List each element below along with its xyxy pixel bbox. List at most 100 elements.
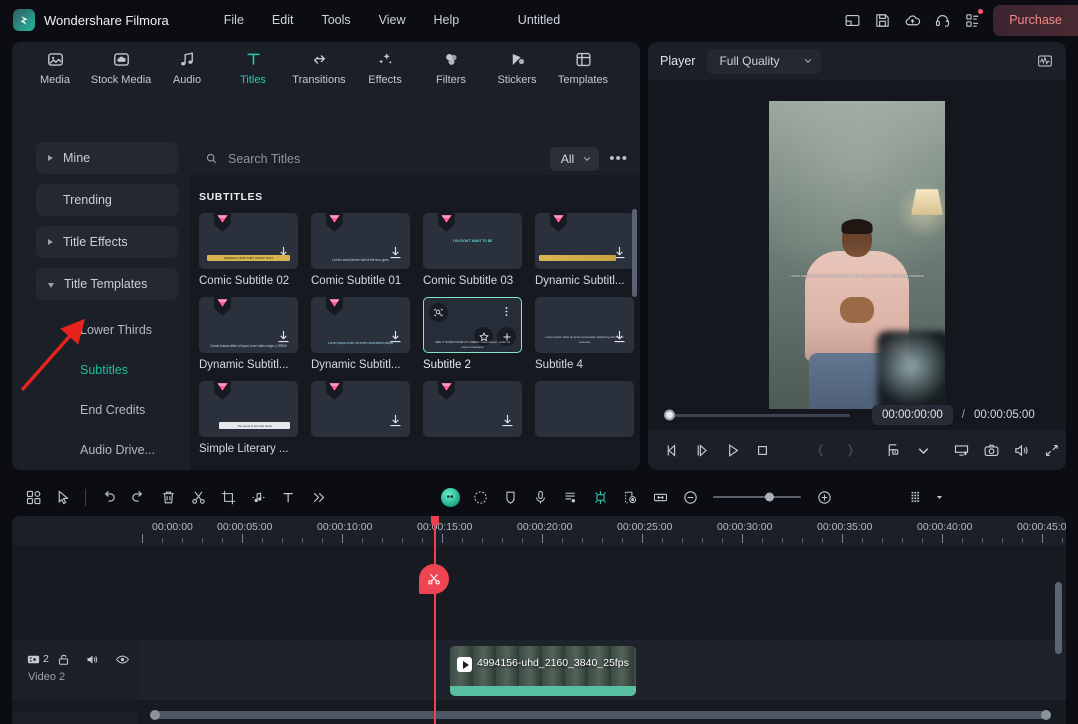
tab-stickers[interactable]: Stickers [484,43,550,93]
title-card[interactable] [423,381,522,455]
crop-button[interactable] [213,482,243,512]
redo-button[interactable] [123,482,153,512]
menu-edit[interactable]: Edit [258,9,308,31]
title-card[interactable]: AMAZING HOW THEY KNOW THAT Comic Subtitl… [199,213,298,287]
track-visibility-eye-icon[interactable] [115,650,139,668]
sidebar-subitem-end-credits[interactable]: End Credits [24,390,190,430]
timeline-settings-caret[interactable] [931,482,947,512]
previous-frame-button[interactable] [658,435,688,465]
menu-file[interactable]: File [210,9,258,31]
add-marker-button[interactable] [879,435,909,465]
title-card-selected[interactable]: ARE IT WORD DONE AT LOREM - lorem ipsum … [423,297,522,371]
title-thumbnail[interactable] [535,213,634,269]
tab-templates[interactable]: Templates [550,43,616,93]
fit-timeline-button[interactable] [645,482,675,512]
title-thumbnail[interactable]: The quote is just that blank [199,381,298,437]
fullscreen-button[interactable] [1036,435,1066,465]
split-scissors-button[interactable] [183,482,213,512]
library-more-options-button[interactable]: ••• [609,154,628,164]
lock-open-icon[interactable] [56,650,80,668]
split-at-playhead-button[interactable] [419,564,449,594]
render-preview-button[interactable] [615,482,645,512]
cloud-upload-icon[interactable] [897,5,927,35]
tab-transitions[interactable]: Transitions [286,43,352,93]
waveform-icon[interactable] [1036,53,1054,69]
tab-media[interactable]: Media [22,43,88,93]
title-thumbnail[interactable]: AMAZING HOW THEY KNOW THAT [199,213,298,269]
sidebar-item-trending[interactable]: Trending [36,184,178,216]
seek-slider[interactable] [668,414,850,417]
next-frame-button[interactable] [688,435,718,465]
title-card[interactable]: Dynamic Subtitl... [535,213,634,287]
title-card[interactable]: Lorem ipsum dolor sit amet consectetur a… [311,297,410,371]
menu-view[interactable]: View [365,9,420,31]
tab-titles[interactable]: Titles [220,43,286,93]
sidebar-item-title-effects[interactable]: Title Effects [36,226,178,258]
volume-button[interactable] [1006,435,1036,465]
mark-in-button[interactable] [805,435,835,465]
title-card[interactable] [311,381,410,455]
timeline-clip[interactable]: 4994156-uhd_2160_3840_25fps [450,646,636,696]
title-thumbnail[interactable]: Lorem ipsum dolor sit amet consectetur a… [535,297,634,353]
sidebar-subitem-lower-thirds[interactable]: Lower Thirds [24,310,190,350]
title-card[interactable]: Comic knows letter of word, even index e… [199,297,298,371]
title-card[interactable]: Let the word before half of the four goe… [311,213,410,287]
save-icon[interactable] [867,5,897,35]
sidebar-item-title-templates[interactable]: Title Templates [36,268,178,300]
undo-button[interactable] [93,482,123,512]
tab-filters[interactable]: Filters [418,43,484,93]
preview-search-icon[interactable] [429,303,448,322]
title-thumbnail[interactable]: Lorem ipsum dolor sit amet consectetur a… [311,297,410,353]
seek-handle[interactable] [664,410,675,421]
headset-icon[interactable] [927,5,957,35]
title-thumbnail[interactable]: YOU DON'T WANT TO BE [423,213,522,269]
title-card[interactable]: The quote is just that blank Simple Lite… [199,381,298,455]
title-card[interactable]: Lorem ipsum dolor sit amet consectetur a… [535,297,634,371]
marker-dropdown-button[interactable] [909,435,939,465]
sidebar-subitem-subtitles[interactable]: Subtitles [24,350,190,390]
timeline-horizontal-scrollbar[interactable] [138,711,1052,719]
track-mute-speaker-icon[interactable] [85,650,109,668]
layout-grid-button[interactable] [18,482,48,512]
download-icon[interactable] [500,413,515,428]
purchase-button[interactable]: Purchase [993,5,1078,36]
more-tools-button[interactable] [303,482,333,512]
playhead-handle[interactable] [431,516,439,526]
video-preview-stage[interactable]: Lorem ipsum dolor sit amet consectetur a… [648,80,1066,430]
filter-all-dropdown[interactable]: All [550,147,599,171]
text-button[interactable] [273,482,303,512]
menu-help[interactable]: Help [420,9,474,31]
silence-detection-button[interactable] [495,482,525,512]
subtitle-list-button[interactable] [555,482,585,512]
tab-effects[interactable]: Effects [352,43,418,93]
title-card[interactable]: YOU DON'T WANT TO BE Comic Subtitle 03 [423,213,522,287]
download-icon[interactable] [388,413,403,428]
current-timecode[interactable]: 00:00:00:00 [872,405,953,425]
keyframe-button[interactable] [585,482,615,512]
sidebar-item-mine[interactable]: Mine [36,142,178,174]
quality-dropdown[interactable]: Full Quality [707,49,821,74]
apps-grid-icon[interactable] [957,5,987,35]
title-thumbnail[interactable]: ARE IT WORD DONE AT LOREM - lorem ipsum … [423,297,522,353]
title-thumbnail[interactable]: Comic knows letter of word, even index e… [199,297,298,353]
mark-out-button[interactable] [835,435,865,465]
timeline-ruler[interactable]: 00:00:00 00:00:05:00 00:00:10:00 00:00:1… [12,516,1066,546]
timeline-vertical-scrollbar[interactable] [1055,582,1062,654]
title-thumbnail[interactable]: Let the word before half of the four goe… [311,213,410,269]
zoom-slider-handle[interactable] [765,493,774,502]
snapshot-button[interactable] [976,435,1006,465]
stop-button[interactable] [748,435,778,465]
layout-icon[interactable] [837,5,867,35]
playhead[interactable] [434,516,436,724]
voiceover-button[interactable] [525,482,555,512]
select-tool-button[interactable] [48,482,78,512]
menu-tools[interactable]: Tools [307,9,364,31]
more-vertical-icon[interactable] [497,302,516,321]
search-input[interactable] [228,152,550,166]
scrollbar-thumb[interactable] [151,711,1047,719]
zoom-slider[interactable] [713,496,801,498]
title-thumbnail[interactable] [535,381,634,437]
download-icon[interactable] [276,329,291,344]
play-button[interactable] [718,435,748,465]
zoom-in-button[interactable] [809,482,839,512]
